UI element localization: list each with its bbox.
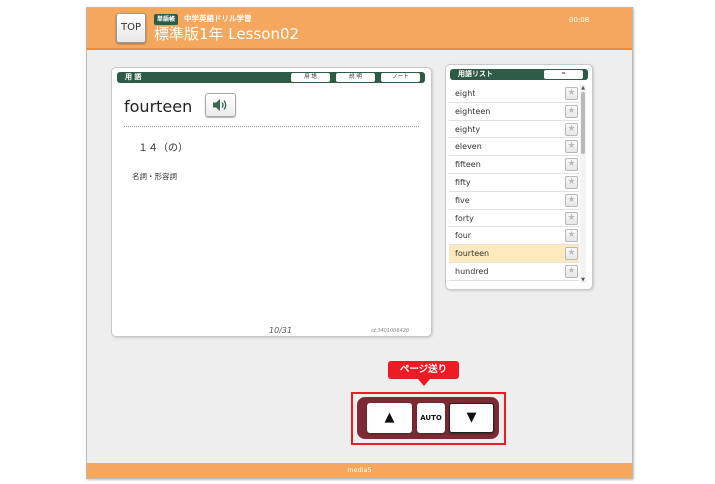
part-of-speech: 名詞・形容詞 [132,172,177,181]
star-icon[interactable]: ★ [565,264,578,278]
list-item[interactable]: five ★ [449,192,579,210]
list-sort-button[interactable]: = [544,70,583,79]
star-icon[interactable]: ★ [565,193,578,207]
page-title: 標準版1年 Lesson02 [154,25,300,43]
star-icon[interactable]: ★ [565,87,578,100]
page-feed-callout: ページ送り [388,361,459,379]
list-item-label: eighty [455,124,481,134]
word-list-panel: 用語リスト = eight ★ eighteen ★ eighty ★ eleven ★ fif… [445,64,593,290]
list-item[interactable]: eighteen ★ [449,103,579,121]
list-item[interactable]: fifty ★ [449,174,579,192]
scroll-up-arrow[interactable]: ▲ [580,85,586,91]
list-item-label: five [455,195,470,205]
list-scrollbar[interactable]: ▲ ▼ [580,85,586,283]
star-icon[interactable]: ★ [565,104,578,118]
list-item-label: forty [455,213,474,223]
list-item-label: eleven [455,142,482,152]
list-item[interactable]: eight ★ [449,85,579,103]
divider [124,126,419,127]
list-item[interactable]: four ★ [449,227,579,246]
speaker-icon [213,99,227,111]
header-bar: TOP 単語帳 中学英語ドリル学習 標準版1年 Lesson02 00:08 [87,8,632,48]
star-icon[interactable]: ★ [565,247,578,261]
list-item-label: hundred [455,266,489,276]
term-word: fourteen [124,97,193,116]
term-card: 用 語 用 語 説 明 ノート fourteen １４（の） 名詞・形容詞 10… [111,67,432,337]
list-item-label: fifteen [455,160,481,170]
scroll-down-arrow[interactable]: ▼ [580,277,586,283]
word-id: id:3401006420 [371,328,410,334]
list-item-label: eighteen [455,106,491,116]
star-icon[interactable]: ★ [565,211,578,225]
list-item-label: four [455,231,472,241]
list-item[interactable]: forty ★ [449,210,579,228]
list-item[interactable]: eleven ★ [449,138,579,157]
term-card-header: 用 語 用 語 説 明 ノート [117,72,425,83]
note-tab-button[interactable]: ノート [381,73,420,82]
word-list-header-label: 用語リスト [458,70,493,78]
page-counter: 10/31 [269,326,293,335]
explanation-tab-button[interactable]: 説 明 [336,73,375,82]
star-icon[interactable]: ★ [565,122,578,136]
page-feed-controls: ▲ AUTO ▼ [357,397,499,439]
scroll-thumb[interactable] [581,92,585,154]
elapsed-timer: 00:08 [569,16,590,24]
play-audio-button[interactable] [205,93,236,117]
list-item[interactable]: eighty ★ [449,121,579,139]
footer-brand: media5 [347,466,372,474]
list-item-label: eight [455,89,476,98]
list-item-label: fifty [455,177,471,187]
word-list: eight ★ eighteen ★ eighty ★ eleven ★ fifteen ★ fif… [449,85,579,281]
list-item[interactable]: hundred ★ [449,263,579,281]
star-icon[interactable]: ★ [565,229,578,243]
term-meaning: １４（の） [138,143,188,154]
auto-play-button[interactable]: AUTO [417,403,445,433]
previous-page-button[interactable]: ▲ [367,403,412,433]
star-icon[interactable]: ★ [565,140,578,154]
term-tab-button[interactable]: 用 語 [291,73,330,82]
star-icon[interactable]: ★ [565,158,578,172]
word-list-header: 用語リスト = [450,69,588,80]
list-item-label: fourteen [455,249,490,259]
callout-arrow [418,379,430,386]
next-page-button[interactable]: ▼ [449,403,494,433]
top-button[interactable]: TOP [116,13,146,43]
list-item[interactable]: fifteen ★ [449,156,579,174]
term-card-header-label: 用 語 [125,73,142,81]
list-item[interactable]: fourteen ★ [449,245,579,263]
star-icon[interactable]: ★ [565,175,578,189]
footer-bar: media5 [87,463,632,478]
header-divider [87,48,632,50]
